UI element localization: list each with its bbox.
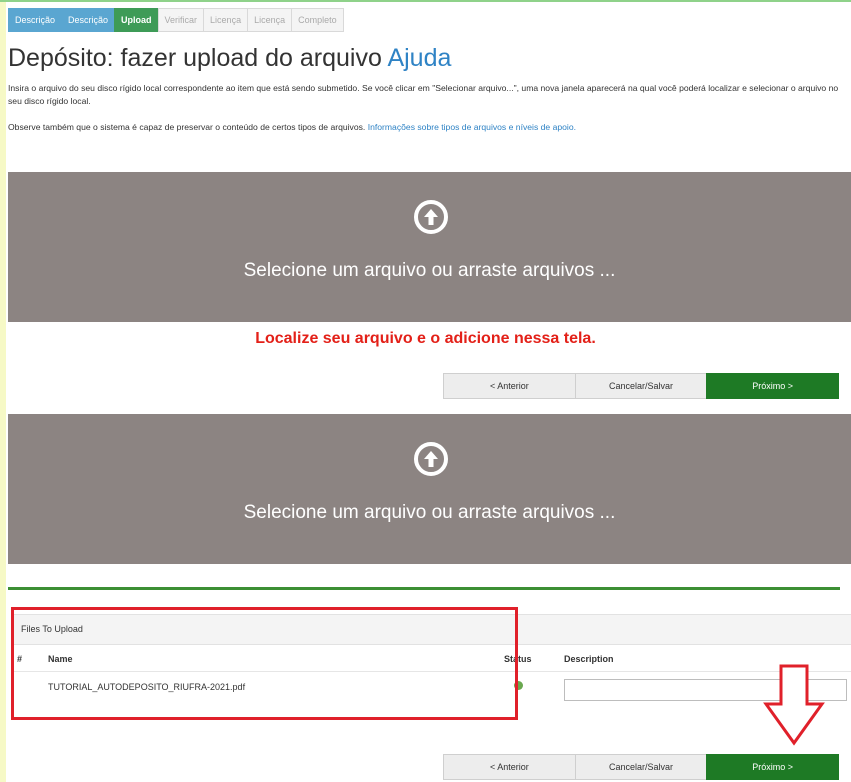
- note-paragraph: Observe também que o sistema é capaz de …: [8, 122, 848, 132]
- dropzone-label: Selecione um arquivo ou arraste arquivos…: [243, 260, 616, 281]
- down-arrow-annotation-icon: [763, 664, 825, 746]
- instruction-annotation: Localize seu arquivo e o adicione nessa …: [255, 330, 596, 347]
- file-types-link[interactable]: Informações sobre tipos de arquivos e ní…: [368, 122, 576, 132]
- top-border-line: [0, 0, 851, 2]
- cancel-save-button[interactable]: Cancelar/Salvar: [574, 754, 708, 780]
- previous-button[interactable]: < Anterior: [443, 754, 576, 780]
- help-link[interactable]: Ajuda: [387, 44, 451, 72]
- highlight-box: [11, 607, 518, 720]
- note-text: Observe também que o sistema é capaz de …: [8, 122, 366, 132]
- next-button[interactable]: Próximo >: [706, 754, 840, 780]
- nav-button-bar: < Anterior Cancelar/Salvar Próximo >: [443, 373, 840, 399]
- left-edge-strip: [0, 0, 6, 782]
- progress-tabs: Descrição Descrição Upload Verificar Lic…: [8, 8, 344, 32]
- tab-descricao-2[interactable]: Descrição: [61, 8, 116, 32]
- tab-licenca-2: Licença: [247, 8, 293, 32]
- tab-verificar: Verificar: [157, 8, 205, 32]
- page-title: Depósito: fazer upload do arquivo Ajuda: [8, 44, 451, 73]
- next-button[interactable]: Próximo >: [706, 373, 840, 399]
- tab-completo: Completo: [291, 8, 344, 32]
- tab-licenca-1: Licença: [203, 8, 249, 32]
- cancel-save-button[interactable]: Cancelar/Salvar: [574, 373, 708, 399]
- dropzone-label: Selecione um arquivo ou arraste arquivos…: [243, 502, 616, 523]
- tab-descricao-1[interactable]: Descrição: [8, 8, 63, 32]
- page-title-text: Depósito: fazer upload do arquivo: [8, 44, 382, 72]
- upload-circle-icon: [414, 200, 448, 234]
- tab-upload[interactable]: Upload: [114, 8, 159, 32]
- previous-button[interactable]: < Anterior: [443, 373, 576, 399]
- file-dropzone[interactable]: Selecione um arquivo ou arraste arquivos…: [8, 414, 851, 564]
- column-header-description: Description: [564, 654, 614, 664]
- nav-button-bar-bottom: < Anterior Cancelar/Salvar Próximo >: [443, 754, 840, 780]
- upload-progress-bar: [8, 587, 840, 590]
- intro-paragraph: Insira o arquivo do seu disco rígido loc…: [8, 83, 839, 106]
- upload-circle-icon: [414, 442, 448, 476]
- file-dropzone[interactable]: Selecione um arquivo ou arraste arquivos…: [8, 172, 851, 322]
